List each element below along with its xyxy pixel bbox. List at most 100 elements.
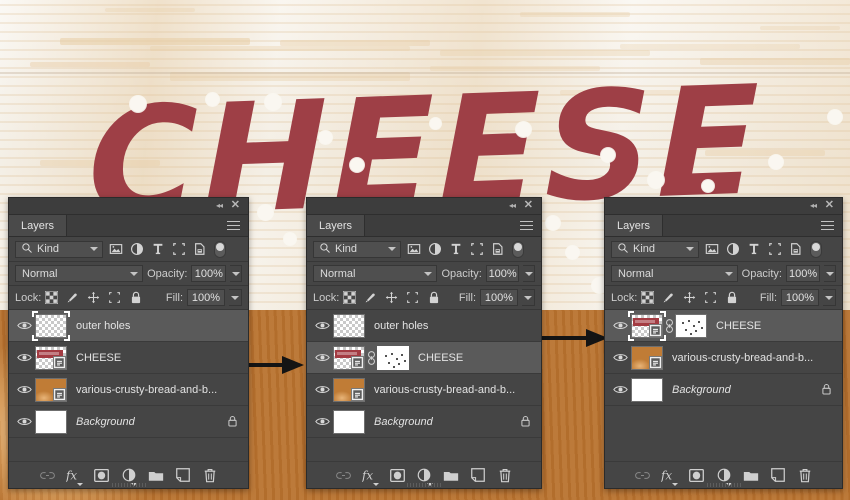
layer-thumbnail[interactable] bbox=[35, 313, 67, 338]
lock-transparent-pixels-icon[interactable] bbox=[641, 291, 655, 304]
lock-image-pixels-icon[interactable] bbox=[66, 291, 79, 304]
layer-visibility-toggle[interactable] bbox=[311, 384, 333, 395]
lock-all-icon[interactable] bbox=[427, 291, 440, 304]
pixel-layer-filter-icon[interactable] bbox=[703, 241, 720, 258]
hamburger-menu-icon[interactable] bbox=[821, 221, 834, 233]
layer-row[interactable]: Background bbox=[307, 406, 541, 438]
layer-visibility-toggle[interactable] bbox=[13, 352, 35, 363]
layer-row[interactable]: outer holes bbox=[9, 310, 248, 342]
filter-enable-toggle[interactable] bbox=[214, 240, 226, 258]
add-layer-style-button[interactable]: fx bbox=[357, 464, 384, 486]
layer-thumbnail-wrap[interactable] bbox=[628, 310, 666, 341]
pixel-layer-filter-icon[interactable] bbox=[107, 241, 124, 258]
blend-mode-select[interactable]: Normal bbox=[611, 265, 738, 282]
layer-thumbnail-wrap[interactable] bbox=[631, 345, 663, 370]
layers-list[interactable]: CHEESE various-crusty-bread-and-b... Bac… bbox=[605, 310, 842, 461]
layer-row[interactable]: CHEESE bbox=[9, 342, 248, 374]
fill-stepper-chevron[interactable] bbox=[522, 289, 535, 306]
layer-thumbnail-wrap[interactable] bbox=[35, 377, 67, 402]
layer-visibility-toggle[interactable] bbox=[311, 320, 333, 331]
layer-visibility-toggle[interactable] bbox=[311, 416, 333, 427]
layer-thumbnail-wrap[interactable] bbox=[35, 345, 67, 370]
tab-layers[interactable]: Layers bbox=[9, 215, 68, 236]
lock-position-icon[interactable] bbox=[385, 291, 398, 304]
adjustment-layer-filter-icon[interactable] bbox=[426, 241, 443, 258]
type-layer-filter-icon[interactable] bbox=[447, 241, 464, 258]
lock-transparent-pixels-icon[interactable] bbox=[45, 291, 59, 304]
opacity-stepper-chevron[interactable] bbox=[230, 265, 243, 282]
close-panel-icon[interactable]: ✕ bbox=[524, 199, 533, 211]
tab-layers[interactable]: Layers bbox=[307, 215, 366, 236]
collapse-panel-icon[interactable]: ◂◂ bbox=[216, 201, 223, 210]
blend-mode-select[interactable]: Normal bbox=[313, 265, 438, 282]
mask-link-icon[interactable] bbox=[663, 318, 675, 333]
collapse-panel-icon[interactable]: ◂◂ bbox=[509, 201, 516, 210]
hamburger-menu-icon[interactable] bbox=[520, 221, 533, 233]
smart-object-filter-icon[interactable] bbox=[191, 241, 208, 258]
adjustment-layer-filter-icon[interactable] bbox=[128, 241, 145, 258]
layers-list[interactable]: outer holes CHEESE various-crusty-bread-… bbox=[9, 310, 248, 461]
fill-input[interactable]: 100% bbox=[187, 289, 225, 306]
layer-visibility-toggle[interactable] bbox=[13, 320, 35, 331]
new-group-button[interactable] bbox=[737, 464, 764, 486]
fill-stepper-chevron[interactable] bbox=[229, 289, 242, 306]
layer-visibility-toggle[interactable] bbox=[609, 320, 631, 331]
layer-visibility-toggle[interactable] bbox=[609, 384, 631, 395]
adjustment-layer-filter-icon[interactable] bbox=[724, 241, 741, 258]
layer-thumbnail-wrap[interactable] bbox=[333, 345, 365, 370]
layer-row[interactable]: various-crusty-bread-and-b... bbox=[605, 342, 842, 374]
delete-layer-button[interactable] bbox=[791, 464, 818, 486]
tab-layers[interactable]: Layers bbox=[605, 215, 664, 236]
layer-thumbnail[interactable] bbox=[333, 409, 365, 434]
fill-input[interactable]: 100% bbox=[781, 289, 819, 306]
shape-layer-filter-icon[interactable] bbox=[170, 241, 187, 258]
new-layer-button[interactable] bbox=[169, 464, 196, 486]
lock-position-icon[interactable] bbox=[683, 291, 696, 304]
smart-object-filter-icon[interactable] bbox=[787, 241, 804, 258]
layer-thumbnail-wrap[interactable] bbox=[35, 409, 67, 434]
layer-visibility-toggle[interactable] bbox=[13, 384, 35, 395]
resize-grip[interactable] bbox=[407, 483, 441, 487]
add-layer-style-button[interactable]: fx bbox=[656, 464, 683, 486]
layer-thumbnail[interactable] bbox=[333, 345, 365, 370]
lock-all-icon[interactable] bbox=[129, 291, 142, 304]
layer-thumbnail[interactable] bbox=[35, 409, 67, 434]
layer-thumbnail-wrap[interactable] bbox=[631, 377, 663, 402]
layer-thumbnail[interactable] bbox=[631, 313, 663, 338]
layer-thumbnail[interactable] bbox=[333, 377, 365, 402]
layer-mask-thumbnail[interactable] bbox=[377, 345, 409, 370]
mask-link-icon[interactable] bbox=[365, 350, 377, 365]
layer-mask-thumbnail[interactable] bbox=[675, 313, 707, 338]
lock-position-icon[interactable] bbox=[87, 291, 100, 304]
filter-kind-select[interactable]: Kind bbox=[313, 240, 401, 258]
lock-artboard-nesting-icon[interactable] bbox=[406, 291, 419, 304]
layer-thumbnail[interactable] bbox=[631, 377, 663, 402]
add-layer-style-button[interactable]: fx bbox=[61, 464, 88, 486]
layer-thumbnail-wrap[interactable] bbox=[333, 313, 365, 338]
layers-list[interactable]: outer holes CHEESE various-crusty-bread-… bbox=[307, 310, 541, 461]
layer-thumbnail[interactable] bbox=[35, 345, 67, 370]
smart-object-filter-icon[interactable] bbox=[489, 241, 506, 258]
layer-thumbnail[interactable] bbox=[631, 345, 663, 370]
layer-thumbnail[interactable] bbox=[35, 377, 67, 402]
layer-thumbnail-wrap[interactable] bbox=[32, 310, 70, 341]
opacity-input[interactable]: 100% bbox=[485, 265, 520, 282]
fill-input[interactable]: 100% bbox=[480, 289, 518, 306]
new-layer-button[interactable] bbox=[465, 464, 492, 486]
new-group-button[interactable] bbox=[142, 464, 169, 486]
shape-layer-filter-icon[interactable] bbox=[766, 241, 783, 258]
close-panel-icon[interactable]: ✕ bbox=[231, 199, 240, 211]
layer-thumbnail[interactable] bbox=[333, 313, 365, 338]
layer-row[interactable]: Background bbox=[605, 374, 842, 406]
layer-row[interactable]: CHEESE bbox=[605, 310, 842, 342]
filter-enable-toggle[interactable] bbox=[810, 240, 822, 258]
lock-all-icon[interactable] bbox=[725, 291, 738, 304]
link-layers-button[interactable] bbox=[330, 464, 357, 486]
pixel-layer-filter-icon[interactable] bbox=[405, 241, 422, 258]
lock-image-pixels-icon[interactable] bbox=[662, 291, 675, 304]
blend-mode-select[interactable]: Normal bbox=[15, 265, 144, 282]
layer-row[interactable]: Background bbox=[9, 406, 248, 438]
layer-row[interactable]: outer holes bbox=[307, 310, 541, 342]
type-layer-filter-icon[interactable] bbox=[149, 241, 166, 258]
lock-artboard-nesting-icon[interactable] bbox=[704, 291, 717, 304]
